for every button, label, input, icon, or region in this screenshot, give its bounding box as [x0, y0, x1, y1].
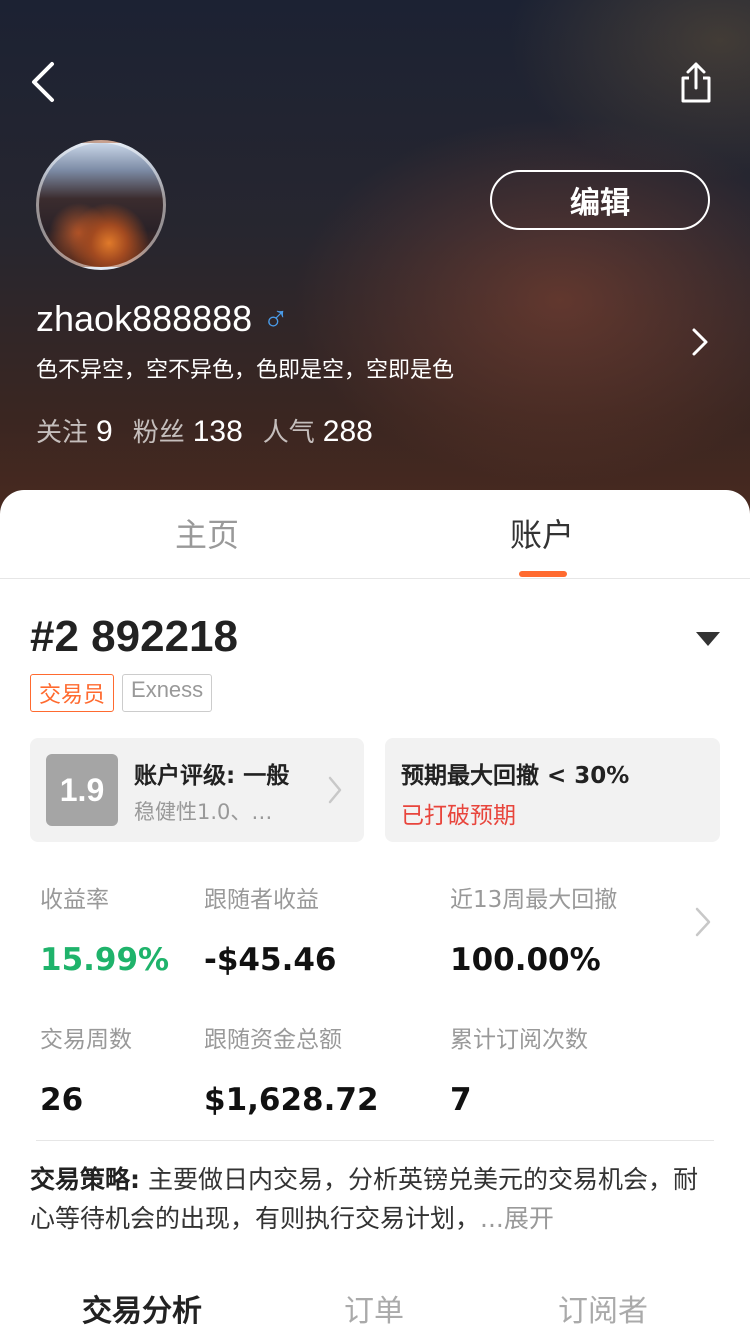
- tab-home[interactable]: 主页: [175, 510, 239, 556]
- divider: [36, 1140, 714, 1141]
- content-card: 主页 账户 #2 892218 交易员 Exness 1.9 账户评级: 一般 …: [0, 490, 750, 1270]
- drawdown-card: 预期最大回撤 < 30% 已打破预期: [385, 738, 720, 842]
- back-button[interactable]: [22, 56, 62, 108]
- tab-orders[interactable]: 订单: [344, 1286, 404, 1330]
- rating-title: 账户评级: 一般: [134, 763, 290, 789]
- dropdown-caret-icon[interactable]: [696, 632, 720, 646]
- tab-subscribers[interactable]: 订阅者: [558, 1286, 648, 1330]
- tab-trade-analysis[interactable]: 交易分析: [82, 1286, 202, 1330]
- metric-follower-profit: 跟随者收益 -$45.46: [204, 887, 337, 978]
- share-button[interactable]: [672, 56, 720, 108]
- metric-subscriptions: 累计订阅次数 7: [450, 1027, 588, 1118]
- tab-bar: 主页 账户: [0, 490, 750, 579]
- chevron-left-icon: [32, 62, 54, 102]
- bio: 色不异空，空不异色，色即是空，空即是色: [36, 358, 455, 383]
- tab-account[interactable]: 账户: [510, 510, 574, 556]
- account-number: #2 892218: [30, 612, 238, 661]
- account-badges: 交易员 Exness: [30, 674, 213, 712]
- bottom-tab-bar: 交易分析 订单 订阅者: [0, 1270, 750, 1334]
- badge-broker: Exness: [122, 674, 213, 712]
- rating-card[interactable]: 1.9 账户评级: 一般 稳健性1.0、…: [30, 738, 364, 842]
- chevron-right-icon[interactable]: [688, 324, 712, 360]
- chevron-right-icon: [328, 776, 342, 804]
- rating-subtitle: 稳健性1.0、…: [134, 800, 273, 824]
- profile-header: 编辑 zhaok888888 ♂ 色不异空，空不异色，色即是空，空即是色 关注 9…: [0, 0, 750, 520]
- active-tab-indicator: [519, 571, 567, 577]
- expand-link[interactable]: ...展开: [480, 1204, 554, 1233]
- avatar[interactable]: [36, 140, 166, 270]
- metric-follow-funds: 跟随资金总额 $1,628.72: [204, 1027, 379, 1118]
- stat-following[interactable]: 关注 9: [36, 412, 113, 449]
- drawdown-status: 已打破预期: [401, 803, 516, 829]
- username: zhaok888888 ♂: [36, 298, 289, 340]
- metric-max-drawdown: 近13周最大回撤 100.00%: [450, 887, 618, 978]
- username-text: zhaok888888: [36, 298, 253, 339]
- metric-trading-weeks: 交易周数 26: [40, 1027, 132, 1118]
- profile-stats: 关注 9 粉丝 138 人气 288: [36, 412, 373, 449]
- edit-button[interactable]: 编辑: [490, 170, 710, 230]
- metric-return-rate: 收益率 15.99%: [40, 887, 170, 978]
- chevron-right-icon[interactable]: [692, 904, 714, 940]
- stat-popularity: 人气 288: [262, 415, 373, 448]
- drawdown-title: 预期最大回撤 < 30%: [401, 763, 630, 789]
- share-icon: [681, 62, 711, 103]
- strategy-label: 交易策略:: [30, 1165, 140, 1194]
- strategy-text: 交易策略: 主要做日内交易，分析英镑兑美元的交易机会，耐心等待机会的出现，有则执…: [30, 1160, 720, 1238]
- badge-trader: 交易员: [30, 674, 115, 712]
- stat-fans[interactable]: 粉丝 138: [133, 412, 243, 449]
- male-icon: ♂: [262, 298, 290, 339]
- rating-score: 1.9: [46, 754, 118, 826]
